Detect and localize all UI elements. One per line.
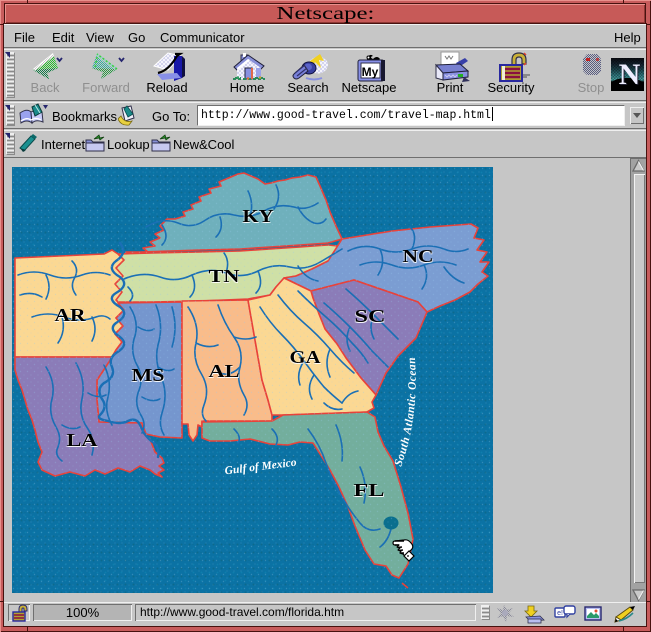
svg-text:AR: AR <box>55 305 87 325</box>
svg-text:GA: GA <box>290 347 321 367</box>
svg-text:AL: AL <box>209 361 240 381</box>
svg-text:KY: KY <box>243 206 274 226</box>
svg-text:MS: MS <box>132 365 165 385</box>
svg-text:TN: TN <box>209 266 240 286</box>
svg-text:LA: LA <box>67 430 98 450</box>
svg-text:NC: NC <box>403 246 434 266</box>
svg-text:My: My <box>362 65 379 79</box>
svg-text:SC: SC <box>355 306 386 326</box>
svg-text:FL: FL <box>354 480 385 500</box>
svg-text:e!: e! <box>557 610 563 617</box>
